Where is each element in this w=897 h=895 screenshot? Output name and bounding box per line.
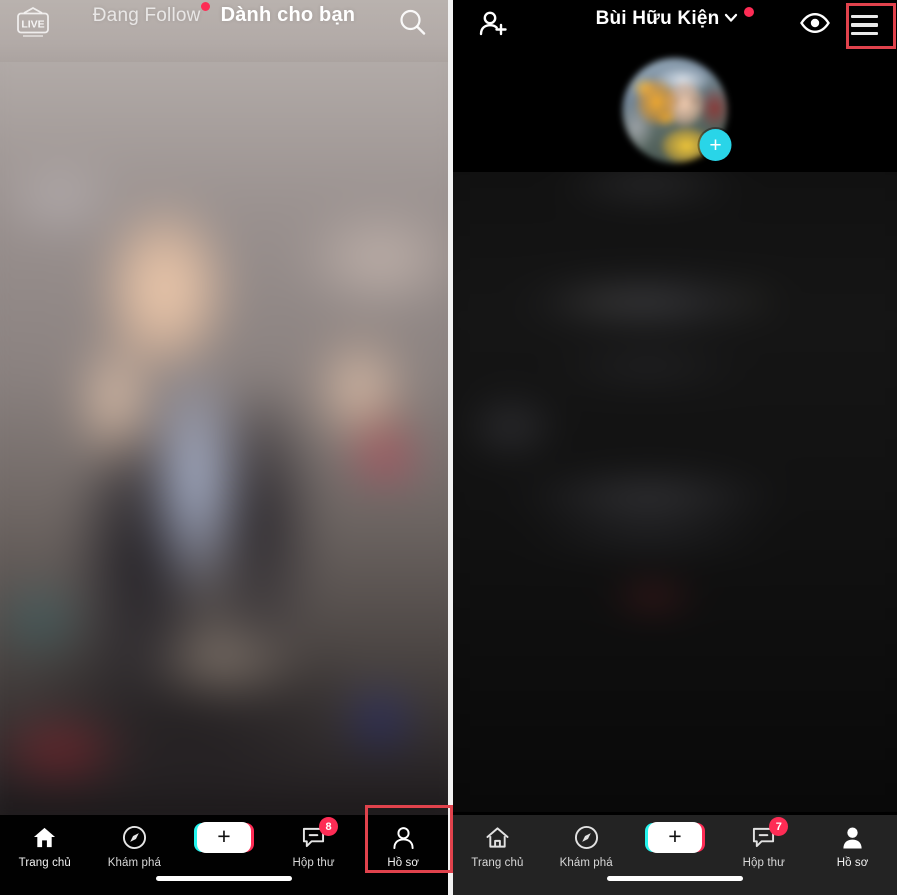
create-button[interactable]: + [196, 822, 251, 853]
tiktok-profile-screen: Bùi Hữu Kiện + Trang chủ Khám phá + 7 Hộ… [448, 0, 897, 895]
tab-notification-dot [200, 2, 210, 11]
plus-glyph: + [217, 823, 231, 849]
tab-dang-follow-label: Đang Follow [92, 5, 201, 26]
inbox-message-icon: 8 [301, 817, 339, 851]
compass-icon [122, 824, 147, 851]
person-outline-icon [391, 824, 416, 851]
bottom-tab-bar-right: Trang chủ Khám phá + 7 Hộp thư Hồ sơ [453, 815, 897, 895]
tab-create-right[interactable]: + [634, 822, 716, 853]
menu-line-3 [850, 31, 878, 36]
tab-danh-cho-ban-label: Dành cho bạn [220, 4, 356, 26]
home-icon [485, 824, 510, 851]
inbox-badge: 8 [319, 817, 339, 836]
home-indicator-left [156, 876, 292, 881]
tab-trang-chu-right[interactable]: Trang chủ [456, 824, 538, 869]
profile-notification-dot [744, 7, 755, 17]
tab-trang-chu-right-label: Trang chủ [471, 857, 524, 869]
avatar-add-badge[interactable]: + [699, 129, 732, 161]
home-icon [32, 824, 57, 851]
eye-icon[interactable] [799, 10, 831, 38]
tab-dang-follow[interactable]: Đang Follow [92, 2, 210, 27]
tab-hop-thu-right[interactable]: 7 Hộp thư [723, 817, 805, 869]
tab-ho-so-right[interactable]: Hồ sơ [812, 824, 894, 869]
create-button-right[interactable]: + [647, 822, 702, 853]
tab-ho-so[interactable]: Hồ sơ [362, 824, 444, 869]
tab-kham-pha[interactable]: Khám phá [93, 824, 175, 869]
profile-content-area [453, 172, 897, 812]
chevron-down-icon [723, 9, 739, 30]
menu-line-2 [850, 23, 878, 27]
video-player[interactable] [0, 0, 448, 815]
create-plus-icon: + [647, 822, 702, 853]
search-icon[interactable] [396, 6, 430, 40]
tiktok-feed-screen: LIVE Đang Follow Dành cho bạn Trang chủ … [0, 0, 448, 895]
person-filled-icon [840, 824, 865, 851]
tab-hop-thu-right-label: Hộp thư [742, 857, 785, 869]
avatar[interactable]: + [622, 58, 732, 163]
tab-trang-chu[interactable]: Trang chủ [4, 824, 86, 869]
blurred-profile-content [453, 172, 897, 812]
tab-kham-pha-right-label: Khám phá [559, 857, 613, 869]
tab-hop-thu-label: Hộp thư [292, 857, 335, 869]
feed-tabs: Đang Follow Dành cho bạn [0, 2, 448, 27]
tab-ho-so-label: Hồ sơ [387, 857, 420, 869]
plus-glyph: + [668, 823, 682, 849]
tab-danh-cho-ban[interactable]: Dành cho bạn [221, 4, 356, 27]
inbox-badge-right: 7 [769, 817, 789, 836]
tab-create[interactable]: + [183, 822, 265, 853]
home-indicator-right [607, 876, 743, 881]
create-plus-icon: + [196, 822, 251, 853]
tab-hop-thu[interactable]: 8 Hộp thư [273, 817, 355, 869]
dual-screenshot-container: LIVE Đang Follow Dành cho bạn Trang chủ … [0, 0, 897, 895]
tab-ho-so-right-label: Hồ sơ [836, 857, 869, 869]
tab-kham-pha-label: Khám phá [107, 857, 161, 869]
blurred-video-frame [0, 0, 448, 815]
compass-icon [574, 824, 599, 851]
tab-trang-chu-label: Trang chủ [18, 857, 71, 869]
menu-line-1 [850, 14, 878, 19]
profile-name-label: Bùi Hữu Kiện [595, 8, 720, 29]
inbox-message-icon: 7 [751, 817, 789, 851]
tab-kham-pha-right[interactable]: Khám phá [545, 824, 627, 869]
feed-top-bar: LIVE Đang Follow Dành cho bạn [0, 0, 448, 48]
bottom-tab-bar-left: Trang chủ Khám phá + 8 Hộp thư Hồ sơ [0, 815, 448, 895]
hamburger-menu-icon[interactable] [836, 2, 892, 48]
profile-top-bar: Bùi Hữu Kiện [453, 0, 897, 52]
